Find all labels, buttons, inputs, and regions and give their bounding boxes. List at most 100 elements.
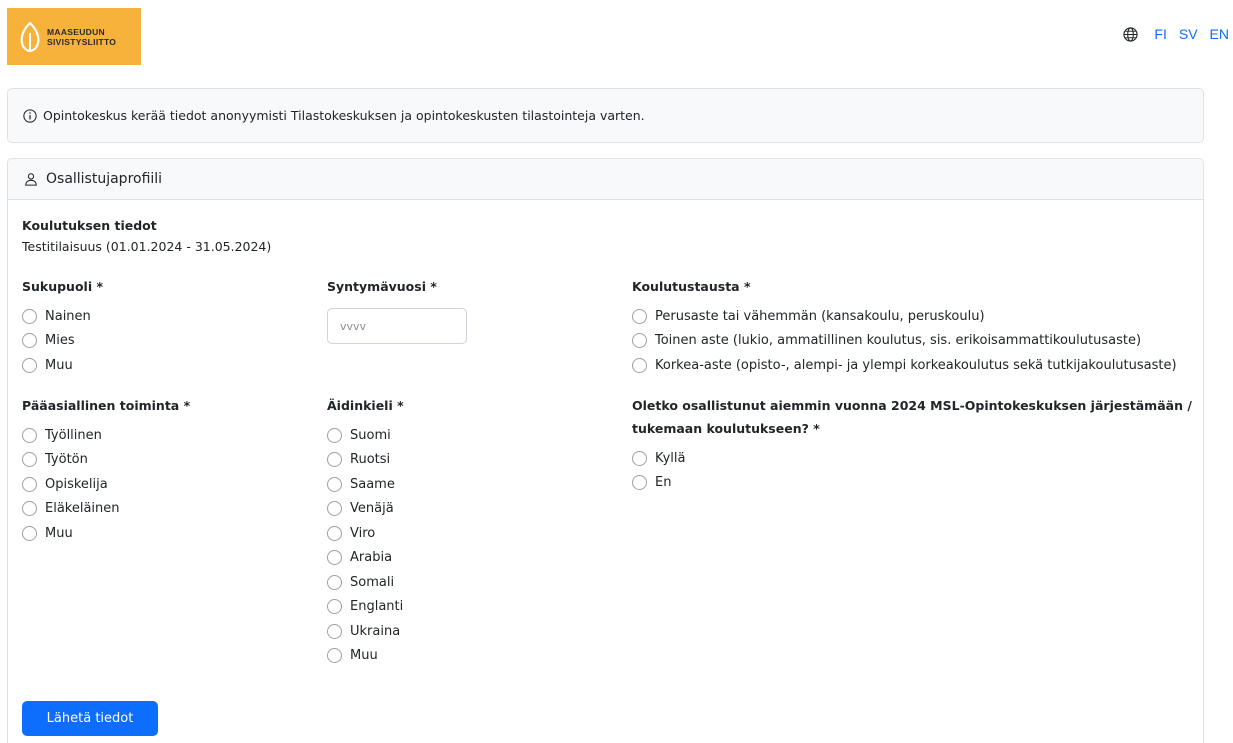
card-title: Osallistujaprofiili	[46, 171, 163, 187]
mother-tongue-option-label: Englanti	[350, 599, 404, 615]
activity-option-label: Eläkeläinen	[45, 501, 120, 517]
radio-circle[interactable]	[632, 450, 647, 466]
mother-tongue-option-label: Arabia	[350, 550, 393, 566]
birth-year-label: Syntymävuosi *	[327, 279, 437, 294]
mother-tongue-option-label: Ukraina	[350, 623, 401, 639]
radio-circle[interactable]	[327, 427, 342, 443]
activity-option[interactable]: Työllinen	[22, 423, 120, 448]
education-option-label: Korkea-aste (opisto-, alempi- ja ylempi …	[655, 357, 1177, 373]
activity-label: Pääasiallinen toiminta *	[22, 398, 191, 413]
card-header: Osallistujaprofiili	[8, 159, 1203, 200]
previous-option-label: Kyllä	[655, 450, 686, 466]
mother-tongue-option-label: Viro	[350, 525, 376, 541]
gender-option[interactable]: Mies	[22, 329, 91, 354]
activity-option-label: Muu	[45, 525, 73, 541]
mother-tongue-option[interactable]: Suomi	[327, 423, 403, 448]
submit-button[interactable]: Lähetä tiedot	[22, 701, 158, 736]
activity-option-label: Opiskelija	[45, 476, 108, 492]
education-option[interactable]: Perusaste tai vähemmän (kansakoulu, peru…	[632, 304, 1177, 329]
mother-tongue-option-label: Saame	[350, 476, 395, 492]
radio-circle[interactable]	[327, 648, 342, 664]
activity-option-label: Työllinen	[45, 427, 102, 443]
education-option-label: Toinen aste (lukio, ammatillinen koulutu…	[655, 333, 1142, 349]
previous-option-label: En	[655, 475, 672, 491]
language-fi-link[interactable]: FI	[1154, 26, 1166, 42]
logo-line-1: MAASEUDUN	[47, 26, 105, 37]
radio-circle[interactable]	[632, 308, 647, 324]
radio-circle[interactable]	[632, 333, 647, 349]
activity-radio-group: Työllinen Työtön Opiskelija Eläkeläinen Muu	[22, 423, 120, 546]
gender-option[interactable]: Nainen	[22, 304, 91, 329]
education-radio-group: Perusaste tai vähemmän (kansakoulu, peru…	[632, 304, 1177, 378]
radio-circle[interactable]	[327, 574, 342, 590]
mother-tongue-radio-group: Suomi Ruotsi Saame Venäjä Viro Arabia Somali En…	[327, 423, 403, 668]
gender-label: Sukupuoli *	[22, 279, 104, 294]
activity-option[interactable]: Opiskelija	[22, 472, 120, 497]
mother-tongue-option-label: Ruotsi	[350, 452, 391, 468]
language-switcher: FI SV EN	[1123, 26, 1229, 42]
leaf-logo-icon	[20, 21, 40, 52]
mother-tongue-option[interactable]: Muu	[327, 644, 403, 669]
course-name: Testitilaisuus (01.01.2024 - 31.05.2024)	[22, 239, 272, 254]
mother-tongue-option[interactable]: Somali	[327, 570, 403, 595]
logo-text: MAASEUDUN SIVISTYSLIITTO	[47, 27, 116, 47]
mother-tongue-option[interactable]: Venäjä	[327, 497, 403, 522]
radio-circle[interactable]	[327, 476, 342, 492]
radio-circle[interactable]	[632, 475, 647, 491]
radio-circle[interactable]	[327, 550, 342, 566]
radio-circle[interactable]	[327, 452, 342, 468]
info-text: Opintokeskus kerää tiedot anonyymisti Ti…	[43, 108, 645, 123]
mother-tongue-option[interactable]: Viro	[327, 521, 403, 546]
previous-label-line-2: tukemaan koulutukseen? *	[632, 421, 820, 436]
mother-tongue-option-label: Venäjä	[350, 501, 394, 517]
previous-radio-group: Kyllä En	[632, 446, 685, 495]
radio-circle[interactable]	[22, 452, 37, 468]
info-icon	[23, 108, 37, 123]
logo-line-2: SIVISTYSLIITTO	[47, 36, 117, 47]
radio-circle[interactable]	[22, 308, 37, 324]
user-icon	[25, 173, 37, 186]
mother-tongue-option[interactable]: Ruotsi	[327, 448, 403, 473]
radio-circle[interactable]	[22, 427, 37, 443]
mother-tongue-option[interactable]: Arabia	[327, 546, 403, 571]
previous-label-line-1: Oletko osallistunut aiemmin vuonna 2024 …	[632, 398, 1192, 413]
radio-circle[interactable]	[327, 525, 342, 541]
education-label: Koulutustausta *	[632, 279, 751, 294]
birth-year-input[interactable]	[327, 308, 467, 344]
education-option-label: Perusaste tai vähemmän (kansakoulu, peru…	[655, 308, 985, 324]
activity-option-label: Työtön	[45, 452, 88, 468]
activity-option[interactable]: Eläkeläinen	[22, 497, 120, 522]
education-option[interactable]: Korkea-aste (opisto-, alempi- ja ylempi …	[632, 353, 1177, 378]
radio-circle[interactable]	[327, 501, 342, 517]
mother-tongue-option-label: Muu	[350, 648, 378, 664]
education-option[interactable]: Toinen aste (lukio, ammatillinen koulutu…	[632, 329, 1177, 354]
language-en-link[interactable]: EN	[1210, 26, 1229, 42]
previous-option[interactable]: En	[632, 471, 685, 496]
mother-tongue-option[interactable]: Englanti	[327, 595, 403, 620]
activity-option[interactable]: Työtön	[22, 448, 120, 473]
radio-circle[interactable]	[22, 501, 37, 517]
radio-circle[interactable]	[22, 476, 37, 492]
radio-circle[interactable]	[327, 623, 342, 639]
course-heading: Koulutuksen tiedot	[22, 218, 157, 233]
mother-tongue-option[interactable]: Ukraina	[327, 619, 403, 644]
radio-circle[interactable]	[22, 357, 37, 373]
gender-option-label: Nainen	[45, 308, 91, 324]
radio-circle[interactable]	[22, 525, 37, 541]
radio-circle[interactable]	[632, 357, 647, 373]
radio-circle[interactable]	[327, 599, 342, 615]
gender-option[interactable]: Muu	[22, 353, 91, 378]
gender-option-label: Muu	[45, 357, 73, 373]
previous-option[interactable]: Kyllä	[632, 446, 685, 471]
mother-tongue-option-label: Somali	[350, 574, 395, 590]
brand-logo: MAASEUDUN SIVISTYSLIITTO	[7, 8, 141, 65]
activity-option[interactable]: Muu	[22, 521, 120, 546]
mother-tongue-option[interactable]: Saame	[327, 472, 403, 497]
mother-tongue-option-label: Suomi	[350, 427, 391, 443]
radio-circle[interactable]	[22, 333, 37, 349]
gender-option-label: Mies	[45, 333, 75, 349]
language-sv-link[interactable]: SV	[1179, 26, 1198, 42]
gender-radio-group: Nainen Mies Muu	[22, 304, 91, 378]
globe-icon	[1123, 26, 1139, 42]
info-alert: Opintokeskus kerää tiedot anonyymisti Ti…	[7, 88, 1204, 143]
